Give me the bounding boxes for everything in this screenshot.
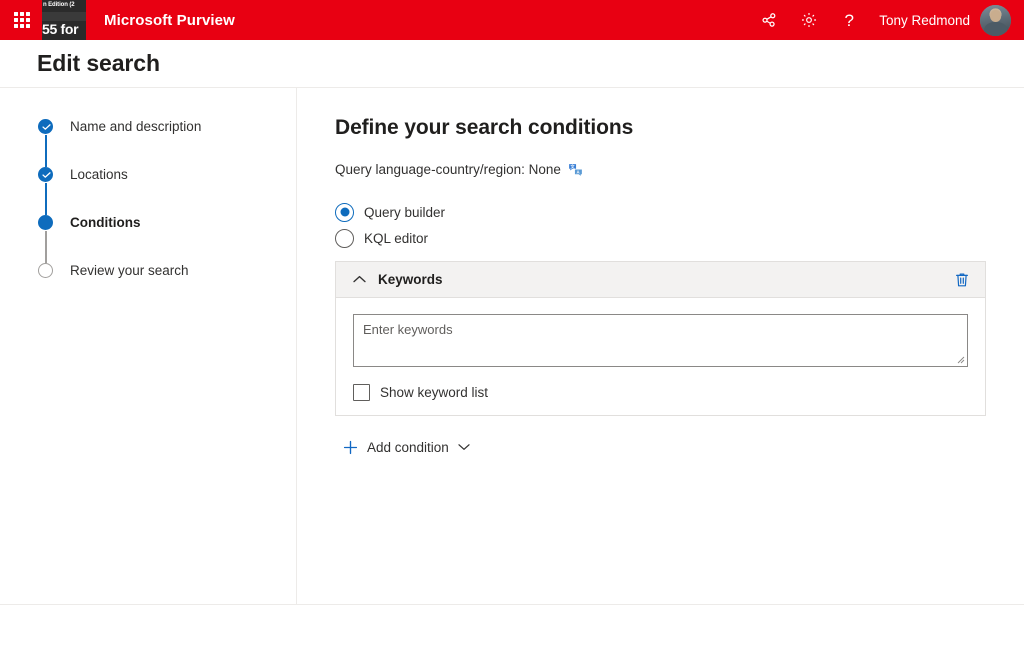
avatar[interactable] bbox=[980, 5, 1011, 36]
step-connector bbox=[45, 231, 47, 263]
radio-kql-editor-label: KQL editor bbox=[364, 231, 428, 246]
step-status-pending-icon bbox=[38, 263, 53, 278]
wizard-step-review-your-search[interactable]: Review your search bbox=[38, 262, 278, 310]
condition-card-header: Keywords bbox=[336, 262, 985, 298]
chevron-down-icon bbox=[458, 443, 470, 451]
wizard-step-label: Review your search bbox=[70, 262, 189, 279]
overlay-thumbnail-image: n Edition (2 55 for bbox=[42, 0, 86, 40]
show-keyword-list-checkbox[interactable] bbox=[353, 384, 370, 401]
step-marker bbox=[38, 263, 54, 279]
brand-title[interactable]: Microsoft Purview bbox=[104, 12, 235, 29]
step-status-complete-icon bbox=[38, 167, 53, 182]
radio-query-builder[interactable]: Query builder bbox=[335, 199, 990, 225]
step-status-complete-icon bbox=[38, 119, 53, 134]
app-launcher-button[interactable] bbox=[0, 0, 44, 40]
overlay-thumbnail-top-text: n Edition (2 bbox=[42, 2, 86, 8]
help-glyph: ? bbox=[844, 12, 853, 29]
plus-icon bbox=[343, 440, 358, 455]
wizard-step-label: Locations bbox=[70, 166, 128, 183]
radio-kql-editor-indicator[interactable] bbox=[335, 229, 354, 248]
gear-icon[interactable] bbox=[789, 0, 829, 40]
header-actions: ? Tony Redmond bbox=[749, 0, 1024, 40]
step-connector bbox=[45, 135, 47, 167]
step-marker bbox=[38, 167, 54, 183]
radio-query-builder-indicator[interactable] bbox=[335, 203, 354, 222]
step-marker bbox=[38, 119, 54, 135]
step-status-current-icon bbox=[38, 215, 53, 230]
radio-query-builder-label: Query builder bbox=[364, 205, 445, 220]
help-icon[interactable]: ? bbox=[829, 0, 869, 40]
overlay-thumbnail-bottom-text: 55 for bbox=[42, 21, 78, 37]
radio-kql-editor[interactable]: KQL editor bbox=[335, 225, 990, 251]
page-title: Edit search bbox=[37, 50, 160, 77]
step-marker bbox=[38, 215, 54, 231]
step-connector bbox=[45, 183, 47, 215]
wizard-step-locations[interactable]: Locations bbox=[38, 166, 278, 214]
share-icon[interactable] bbox=[749, 0, 789, 40]
waffle-icon bbox=[14, 12, 30, 28]
user-menu[interactable]: Tony Redmond bbox=[869, 0, 1016, 40]
add-condition-button[interactable]: Add condition bbox=[343, 434, 470, 460]
query-language-label: Query language-country/region: None bbox=[335, 162, 561, 177]
wizard-step-name-and-description[interactable]: Name and description bbox=[38, 118, 278, 166]
suite-header: Microsoft Purview ? Ton bbox=[0, 0, 1024, 40]
condition-card-body: Show keyword list bbox=[336, 298, 985, 415]
footer-bar: Back Next Cancel bbox=[0, 605, 1024, 654]
keywords-input[interactable] bbox=[353, 314, 968, 367]
condition-card-title: Keywords bbox=[378, 272, 951, 287]
user-name: Tony Redmond bbox=[879, 13, 970, 28]
trash-icon[interactable] bbox=[951, 269, 973, 291]
wizard-steps: Name and description Locations Condition… bbox=[38, 118, 278, 310]
show-keyword-list-row[interactable]: Show keyword list bbox=[353, 384, 968, 401]
wizard-step-label: Conditions bbox=[70, 214, 141, 231]
query-language-row: Query language-country/region: None A 文 bbox=[335, 162, 990, 177]
overlay-thumbnail-band bbox=[42, 12, 86, 21]
main-content: Define your search conditions Query lang… bbox=[297, 88, 1024, 604]
page-title-bar: Edit search bbox=[0, 40, 1024, 87]
app-root: Microsoft Purview ? Ton bbox=[0, 0, 1024, 654]
body-area: Name and description Locations Condition… bbox=[0, 88, 1024, 604]
show-keyword-list-label: Show keyword list bbox=[380, 385, 488, 400]
svg-text:A: A bbox=[576, 170, 579, 175]
section-heading: Define your search conditions bbox=[335, 116, 990, 140]
chevron-up-icon[interactable] bbox=[350, 271, 368, 289]
wizard-step-conditions[interactable]: Conditions bbox=[38, 214, 278, 262]
wizard-step-label: Name and description bbox=[70, 118, 201, 135]
condition-card-keywords: Keywords bbox=[335, 261, 986, 416]
add-condition-label: Add condition bbox=[367, 440, 449, 455]
keywords-textarea-wrapper bbox=[353, 314, 968, 367]
translate-icon[interactable]: A 文 bbox=[568, 162, 583, 177]
